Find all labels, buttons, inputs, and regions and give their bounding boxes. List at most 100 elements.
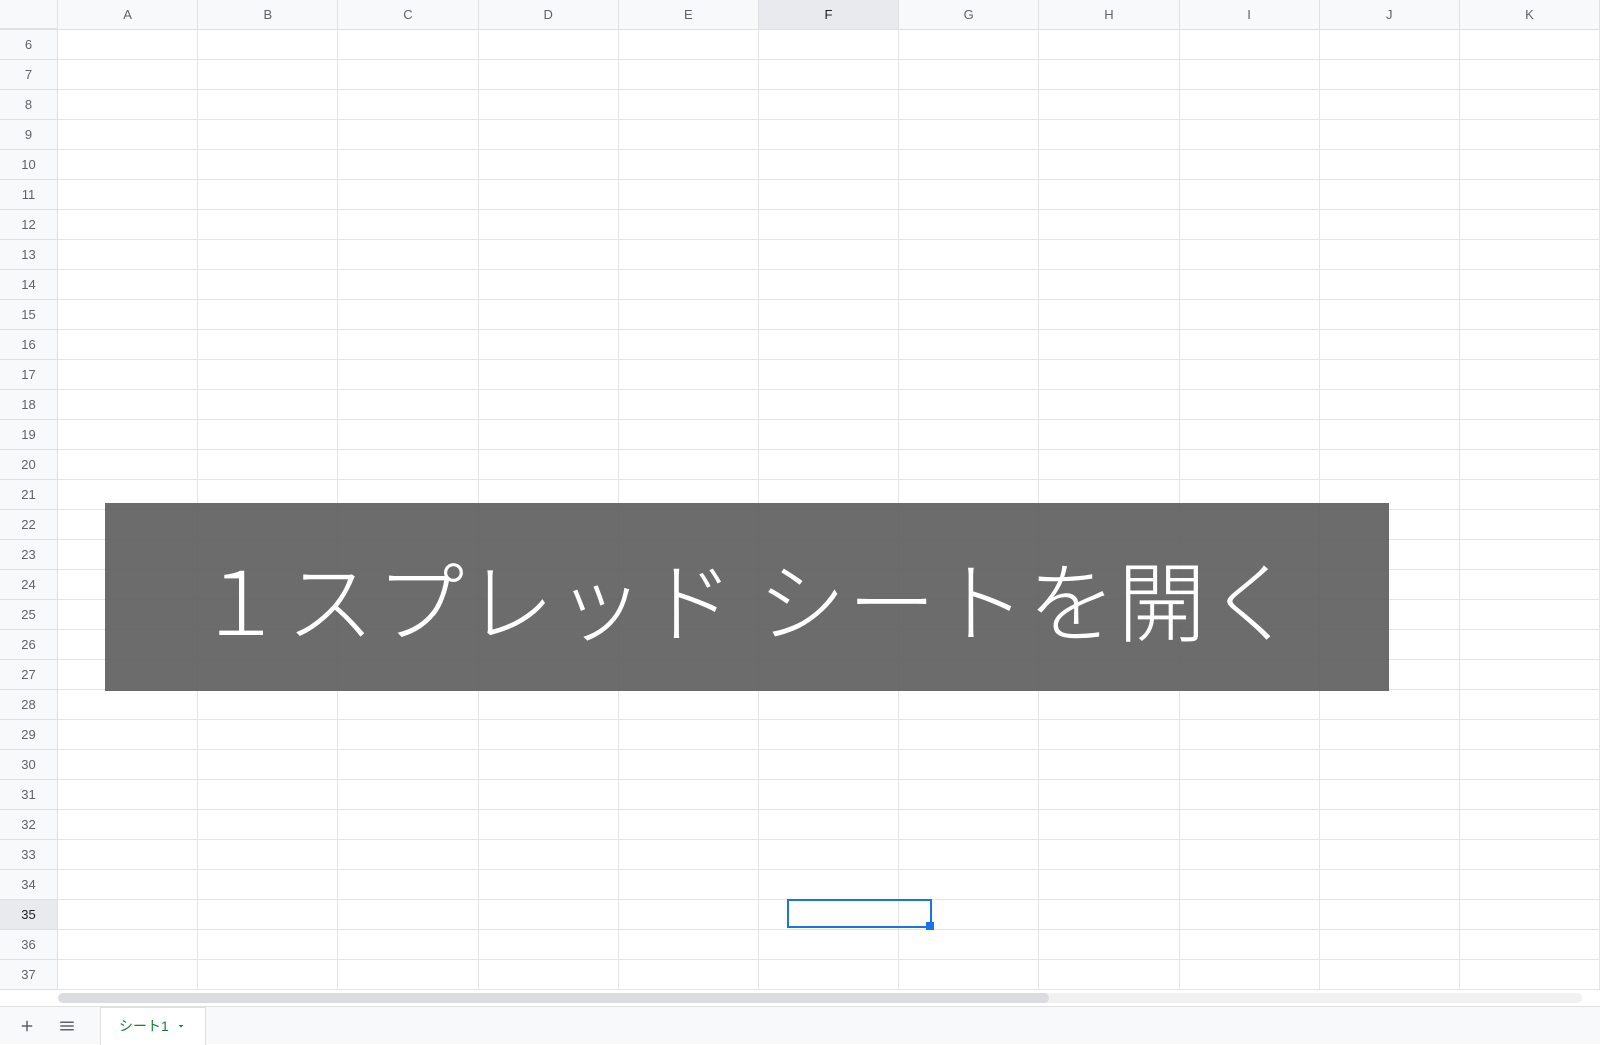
cell[interactable] [619, 780, 759, 810]
cell[interactable] [338, 330, 478, 360]
cell[interactable] [479, 930, 619, 960]
cell[interactable] [759, 330, 899, 360]
cell[interactable] [338, 720, 478, 750]
cell[interactable] [1320, 450, 1460, 480]
cell[interactable] [338, 870, 478, 900]
cell[interactable] [1460, 360, 1600, 390]
cell[interactable] [338, 930, 478, 960]
cell[interactable] [759, 210, 899, 240]
cell[interactable] [198, 810, 338, 840]
cell[interactable] [1039, 960, 1179, 990]
cell[interactable] [759, 120, 899, 150]
cell[interactable] [1460, 630, 1600, 660]
row-header-10[interactable]: 10 [0, 150, 58, 180]
row-header-35[interactable]: 35 [0, 900, 58, 930]
cell[interactable] [1460, 690, 1600, 720]
cell[interactable] [619, 450, 759, 480]
cell[interactable] [899, 690, 1039, 720]
cell[interactable] [479, 120, 619, 150]
cell[interactable] [1180, 330, 1320, 360]
cell[interactable] [1320, 900, 1460, 930]
cell[interactable] [1180, 150, 1320, 180]
cell[interactable] [619, 810, 759, 840]
cell[interactable] [759, 240, 899, 270]
cell[interactable] [479, 720, 619, 750]
cell[interactable] [1039, 180, 1179, 210]
cell[interactable] [58, 30, 198, 60]
cell[interactable] [479, 240, 619, 270]
column-header-D[interactable]: D [479, 0, 619, 29]
horizontal-scrollbar[interactable] [58, 990, 1582, 1006]
cell[interactable] [1180, 270, 1320, 300]
cell[interactable] [1180, 420, 1320, 450]
row-header-33[interactable]: 33 [0, 840, 58, 870]
cell[interactable] [759, 840, 899, 870]
cell[interactable] [58, 90, 198, 120]
cell[interactable] [198, 300, 338, 330]
row-header-22[interactable]: 22 [0, 510, 58, 540]
cell[interactable] [338, 810, 478, 840]
cell[interactable] [58, 60, 198, 90]
cell[interactable] [899, 60, 1039, 90]
cell[interactable] [338, 690, 478, 720]
cell[interactable] [1460, 210, 1600, 240]
cell[interactable] [1039, 420, 1179, 450]
cell[interactable] [1180, 840, 1320, 870]
column-header-E[interactable]: E [619, 0, 759, 29]
cell[interactable] [1180, 720, 1320, 750]
cell[interactable] [338, 90, 478, 120]
cell[interactable] [1039, 360, 1179, 390]
cell[interactable] [58, 390, 198, 420]
cell[interactable] [759, 750, 899, 780]
cell[interactable] [198, 90, 338, 120]
cell[interactable] [1460, 270, 1600, 300]
cell[interactable] [899, 210, 1039, 240]
cell[interactable] [1039, 330, 1179, 360]
column-header-C[interactable]: C [338, 0, 478, 29]
cell[interactable] [619, 300, 759, 330]
cell[interactable] [1460, 330, 1600, 360]
cell[interactable] [1039, 60, 1179, 90]
cell[interactable] [479, 780, 619, 810]
cell[interactable] [1320, 390, 1460, 420]
cell[interactable] [759, 450, 899, 480]
cell[interactable] [198, 390, 338, 420]
cell[interactable] [338, 300, 478, 330]
cell[interactable] [899, 240, 1039, 270]
cell[interactable] [1460, 930, 1600, 960]
cell[interactable] [1460, 870, 1600, 900]
cell[interactable] [1320, 870, 1460, 900]
cell[interactable] [1460, 900, 1600, 930]
cell[interactable] [1039, 780, 1179, 810]
cell[interactable] [1320, 420, 1460, 450]
cell[interactable] [759, 300, 899, 330]
cell[interactable] [1320, 210, 1460, 240]
cell[interactable] [1320, 750, 1460, 780]
cell[interactable] [198, 210, 338, 240]
cell[interactable] [58, 270, 198, 300]
row-header-26[interactable]: 26 [0, 630, 58, 660]
column-header-B[interactable]: B [198, 0, 338, 29]
cell[interactable] [619, 420, 759, 450]
sheet-tab-active[interactable]: シート1 [100, 1007, 206, 1045]
cell[interactable] [479, 60, 619, 90]
cell[interactable] [479, 960, 619, 990]
row-header-30[interactable]: 30 [0, 750, 58, 780]
row-header-27[interactable]: 27 [0, 660, 58, 690]
add-sheet-button[interactable] [12, 1011, 42, 1041]
cell[interactable] [1039, 120, 1179, 150]
cell[interactable] [1320, 150, 1460, 180]
cell[interactable] [198, 150, 338, 180]
cell[interactable] [479, 420, 619, 450]
cell[interactable] [338, 780, 478, 810]
cell[interactable] [1180, 750, 1320, 780]
cell[interactable] [619, 870, 759, 900]
all-sheets-button[interactable] [52, 1011, 82, 1041]
column-header-G[interactable]: G [899, 0, 1039, 29]
cell[interactable] [58, 960, 198, 990]
cell[interactable] [338, 960, 478, 990]
cell[interactable] [619, 210, 759, 240]
row-header-25[interactable]: 25 [0, 600, 58, 630]
cell[interactable] [58, 780, 198, 810]
cell[interactable] [899, 30, 1039, 60]
